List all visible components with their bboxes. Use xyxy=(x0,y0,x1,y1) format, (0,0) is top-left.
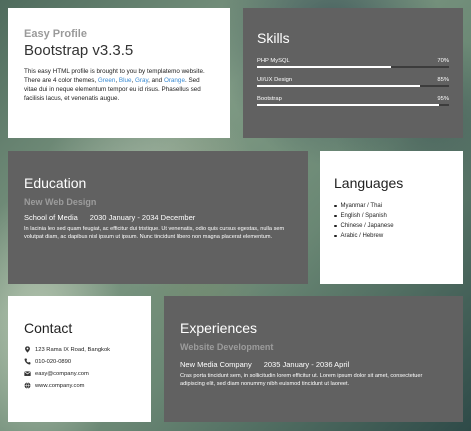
contact-heading: Contact xyxy=(24,320,73,336)
envelope-icon xyxy=(24,370,31,377)
education-school: School of Media xyxy=(24,213,78,222)
skill-percent: 85% xyxy=(437,77,449,83)
skill-row: Bootstrap 95% xyxy=(257,96,449,106)
bullet-icon xyxy=(334,224,337,228)
theme-link-gray[interactable]: Gray xyxy=(135,77,148,84)
languages-list: Myanmar / Thai English / Spanish Chinese… xyxy=(334,203,451,239)
contact-card: Contact 123 Rama IX Road, Bangkok 010-02… xyxy=(8,296,151,422)
bullet-icon xyxy=(334,204,337,208)
contact-address-row: 123 Rama IX Road, Bangkok xyxy=(24,346,137,353)
experiences-subtitle: Website Development xyxy=(180,342,274,352)
list-item: Arabic / Hebrew xyxy=(334,233,451,239)
theme-link-blue[interactable]: Blue xyxy=(119,77,132,84)
map-pin-icon xyxy=(24,346,31,353)
education-description: In lacinia leo sed quam feugiat, ac effi… xyxy=(24,226,285,240)
language-label: Myanmar / Thai xyxy=(340,203,383,209)
contact-email-row[interactable]: easy@company.com xyxy=(24,370,137,377)
languages-heading: Languages xyxy=(334,175,404,191)
experiences-heading: Experiences xyxy=(180,320,258,336)
skill-progress-track xyxy=(257,66,449,68)
education-subtitle: New Web Design xyxy=(24,197,97,207)
languages-card: Languages Myanmar / Thai English / Spani… xyxy=(320,151,463,284)
profile-subtitle: Easy Profile xyxy=(24,28,87,40)
skill-name: PHP MySQL xyxy=(257,58,290,64)
contact-website[interactable]: www.company.com xyxy=(35,383,85,389)
skill-row: PHP MySQL 70% xyxy=(257,58,449,68)
language-label: English / Spanish xyxy=(340,213,387,219)
contact-phone: 010-020-0890 xyxy=(35,358,72,365)
theme-link-green[interactable]: Green xyxy=(98,77,116,84)
skill-progress-fill xyxy=(257,104,440,106)
skill-percent: 70% xyxy=(437,58,449,64)
profile-title: Bootstrap v3.3.5 xyxy=(24,42,134,59)
education-card: Education New Web Design School of Media… xyxy=(8,151,308,284)
language-label: Arabic / Hebrew xyxy=(340,233,384,239)
skill-progress-track xyxy=(257,85,449,87)
experiences-description: Cras porta tincidunt sem, in sollicitudi… xyxy=(180,373,423,387)
list-item: Myanmar / Thai xyxy=(334,203,451,209)
theme-link-orange[interactable]: Orange xyxy=(164,77,185,84)
experiences-card: Experiences Website Development New Medi… xyxy=(164,296,463,422)
profile-description: This easy HTML profile is brought to you… xyxy=(24,67,214,103)
bullet-icon xyxy=(334,214,337,218)
skill-progress-fill xyxy=(257,66,392,68)
skills-card: Skills PHP MySQL 70% UI/UX Design 85% Bo… xyxy=(243,8,463,138)
list-item: English / Spanish xyxy=(334,213,451,219)
phone-icon xyxy=(24,358,31,365)
contact-phone-row: 010-020-0890 xyxy=(24,358,137,365)
education-heading: Education xyxy=(24,175,87,191)
profile-card: Easy Profile Bootstrap v3.3.5 This easy … xyxy=(8,8,230,138)
skill-name: Bootstrap xyxy=(257,96,282,102)
globe-icon xyxy=(24,382,31,389)
skill-name: UI/UX Design xyxy=(257,77,293,83)
bullet-icon xyxy=(334,234,337,238)
skill-percent: 95% xyxy=(437,96,449,102)
language-label: Chinese / Japanese xyxy=(340,223,394,229)
skill-progress-fill xyxy=(257,85,421,87)
skill-row: UI/UX Design 85% xyxy=(257,77,449,87)
profile-desc-sep3: , and xyxy=(148,77,164,84)
experiences-company: New Media Company xyxy=(180,360,252,369)
education-period: 2030 January - 2034 December xyxy=(89,213,196,222)
contact-address: 123 Rama IX Road, Bangkok xyxy=(35,346,111,353)
contact-website-row[interactable]: www.company.com xyxy=(24,382,137,389)
experiences-period: 2035 January - 2036 April xyxy=(263,360,350,369)
contact-email[interactable]: easy@company.com xyxy=(35,371,89,377)
skills-heading: Skills xyxy=(257,30,290,46)
skill-progress-track xyxy=(257,104,449,106)
list-item: Chinese / Japanese xyxy=(334,223,451,229)
